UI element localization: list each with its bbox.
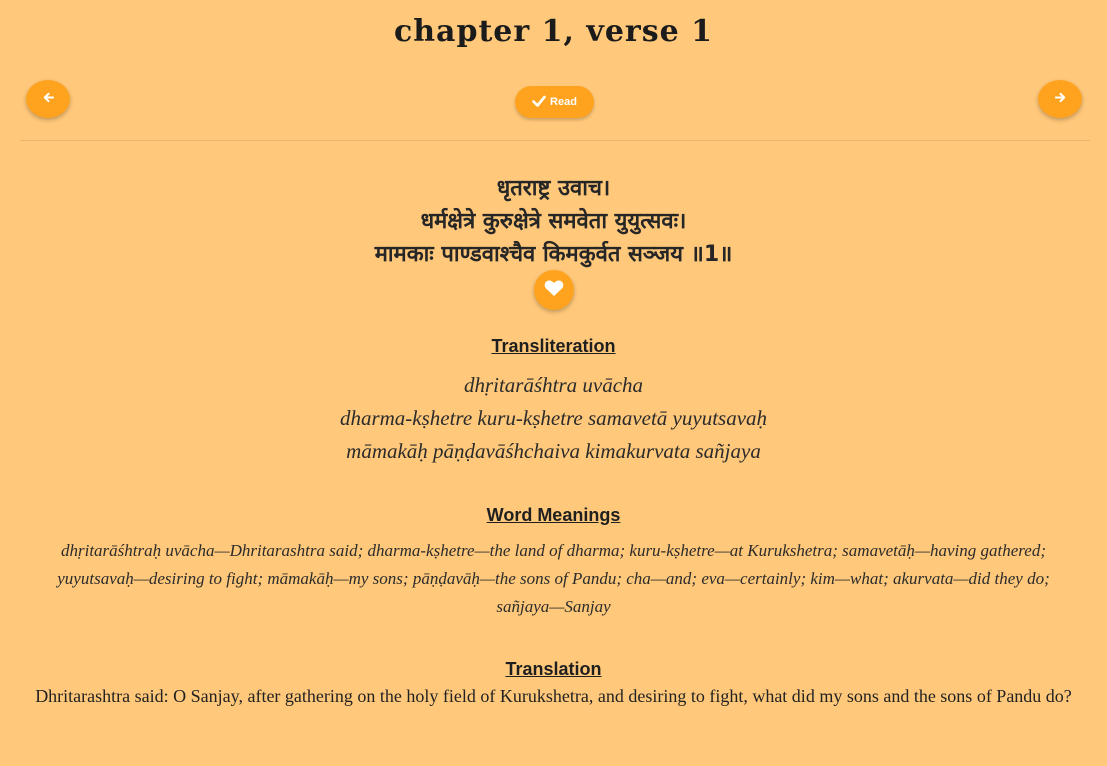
transliteration-text: dhṛitarāśhtra uvācha dharma-kṣhetre kuru… [0,369,1107,468]
verse-page: chapter 1, verse 1 Read धृतराष्ट्र उवाच।… [0,0,1107,766]
previous-verse-button[interactable] [26,80,70,118]
translation-heading: Translation [505,659,602,679]
sanskrit-line: धृतराष्ट्र उवाच। [496,176,611,201]
favorite-button[interactable] [534,270,574,310]
arrow-right-icon [1054,92,1066,107]
word-meanings-text: dhṛitarāśhtraḥ uvācha—Dhritarashtra said… [57,541,1050,616]
sanskrit-line: धर्मक्षेत्रे कुरुक्षेत्रे समवेता युयुत्स… [420,209,687,234]
mark-read-button[interactable]: Read [515,86,594,118]
next-verse-button[interactable] [1038,80,1082,118]
page-title: chapter 1, verse 1 [393,14,714,49]
translation-text: Dhritarashtra said: O Sanjay, after gath… [35,686,1072,706]
sanskrit-verse: धृतराष्ट्र उवाच। धर्मक्षेत्रे कुरुक्षेत्… [0,172,1107,271]
transliteration-line: dharma-kṣhetre kuru-kṣhetre samavetā yuy… [339,406,768,430]
heart-icon [544,279,564,302]
transliteration-heading: Transliteration [491,336,616,356]
transliteration-line: māmakāḥ pāṇḍavāśhchaiva kimakurvata sañj… [346,439,761,463]
check-icon [532,95,546,110]
header-divider [20,140,1090,141]
read-button-label: Read [550,96,577,108]
transliteration-line: dhṛitarāśhtra uvācha [463,373,644,397]
arrow-left-icon [43,92,54,107]
sanskrit-line: मामकाः पाण्डवाश्चैव किमकुर्वत सञ्जय ॥1॥ [374,242,733,267]
word-meanings-heading: Word Meanings [486,505,621,525]
